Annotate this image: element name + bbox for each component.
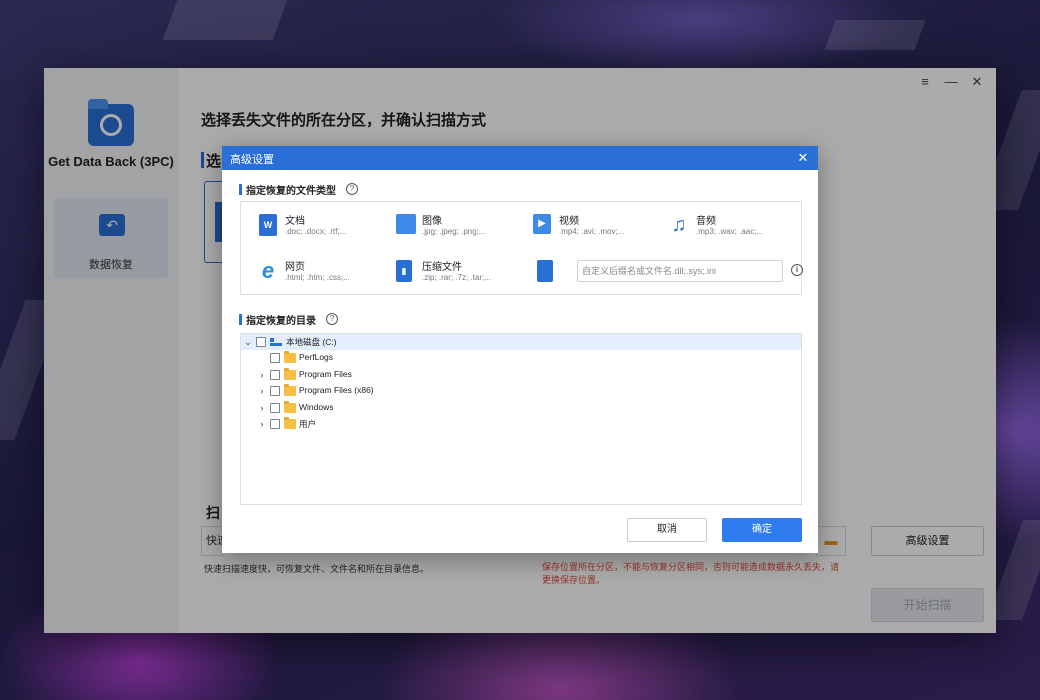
file-types-panel: W 文档 .doc; .docx; .rtf;... 图像 .jpg; .jpe… [240,201,803,295]
file-type-title: 文档 [285,216,305,227]
tree-label: 本地磁盘 (C:) [286,337,337,347]
tree-checkbox[interactable] [270,403,280,413]
tree-checkbox[interactable] [256,337,266,347]
file-type-extensions: .mp4; .avi; .mov;... [559,227,625,236]
advanced-settings-dialog: 高级设置 ✕ 指定恢复的文件类型 ? W 文档 .doc; .docx; .rt… [222,146,818,553]
dialog-header: 高级设置 ✕ [222,146,818,170]
drive-icon [270,337,282,347]
file-type-extensions: .mp3; .wav; .aac;... [696,227,764,236]
file-type-extensions: .html; .htm; .css;... [285,273,350,282]
ok-button[interactable]: 确定 [722,518,802,542]
expand-arrow-icon[interactable]: › [257,401,267,415]
expand-arrow-icon[interactable]: › [257,384,267,398]
folder-icon [284,351,296,363]
dialog-close-icon[interactable]: ✕ [794,148,812,168]
tree-checkbox[interactable] [270,370,280,380]
directory-tree: ⌄ 本地磁盘 (C:) PerfLogs › Program Files › P… [240,333,802,505]
dir-section-header: 指定恢复的目录 ? [239,311,338,327]
tree-row-perflogs[interactable]: PerfLogs [241,350,801,366]
word-doc-icon: W [259,214,277,236]
section-marker [239,183,242,195]
expand-arrow-icon [257,351,267,365]
tree-label: Program Files (x86) [299,385,374,395]
file-type-title: 压缩文件 [422,262,462,273]
tree-label: 用户 [299,419,317,429]
tree-label: Program Files [299,369,352,379]
custom-file-icon [537,260,553,282]
info-icon[interactable]: i [791,264,803,276]
dialog-title: 高级设置 [230,154,274,166]
section-marker [239,313,242,325]
help-icon[interactable]: ? [326,313,338,325]
image-icon [396,214,416,234]
zip-file-icon: ▮ [396,260,412,282]
file-type-images[interactable]: 图像 .jpg; .jpeg; .png;... [396,212,526,242]
file-type-title: 音频 [696,216,716,227]
tree-row-windows[interactable]: › Windows [241,400,801,416]
music-icon: ♫ [671,214,687,236]
custom-extension-input[interactable] [577,260,783,282]
help-icon[interactable]: ? [346,183,358,195]
file-type-video[interactable]: ▶ 视频 .mp4; .avi; .mov;... [533,212,663,242]
file-types-section-title: 指定恢复的文件类型 [246,185,336,197]
cancel-button[interactable]: 取消 [627,518,707,542]
file-type-extensions: .doc; .docx; .rtf;... [285,227,347,236]
folder-icon [284,417,296,429]
ie-browser-icon: e [261,258,275,283]
folder-icon [284,384,296,396]
collapse-arrow-icon[interactable]: ⌄ [243,335,253,349]
file-types-section-header: 指定恢复的文件类型 ? [239,181,358,197]
tree-checkbox[interactable] [270,419,280,429]
file-type-archives[interactable]: ▮ 压缩文件 .zip; .rar; .7z; .tar;... [396,258,526,288]
tree-checkbox[interactable] [270,386,280,396]
tree-row-users[interactable]: › 用户 [241,416,801,432]
file-type-extensions: .zip; .rar; .7z; .tar;... [422,273,491,282]
file-type-documents[interactable]: W 文档 .doc; .docx; .rtf;... [259,212,389,242]
tree-label: Windows [299,402,334,412]
tree-row-program-files[interactable]: › Program Files [241,367,801,383]
dir-section-title: 指定恢复的目录 [246,315,316,327]
tree-row-program-files-x86[interactable]: › Program Files (x86) [241,383,801,399]
video-icon: ▶ [533,214,551,234]
file-type-title: 图像 [422,216,442,227]
expand-arrow-icon[interactable]: › [257,368,267,382]
tree-row-drive-c[interactable]: ⌄ 本地磁盘 (C:) [241,334,801,350]
folder-icon [284,368,296,380]
file-type-title: 视频 [559,216,579,227]
tree-checkbox[interactable] [270,353,280,363]
file-type-extensions: .jpg; .jpeg; .png;... [422,227,486,236]
tree-label: PerfLogs [299,352,334,362]
file-type-web[interactable]: e 网页 .html; .htm; .css;... [259,258,389,288]
expand-arrow-icon[interactable]: › [257,417,267,431]
file-type-audio[interactable]: ♫ 音频 .mp3; .wav; .aac;... [670,212,800,242]
folder-icon [284,401,296,413]
file-type-title: 网页 [285,262,305,273]
